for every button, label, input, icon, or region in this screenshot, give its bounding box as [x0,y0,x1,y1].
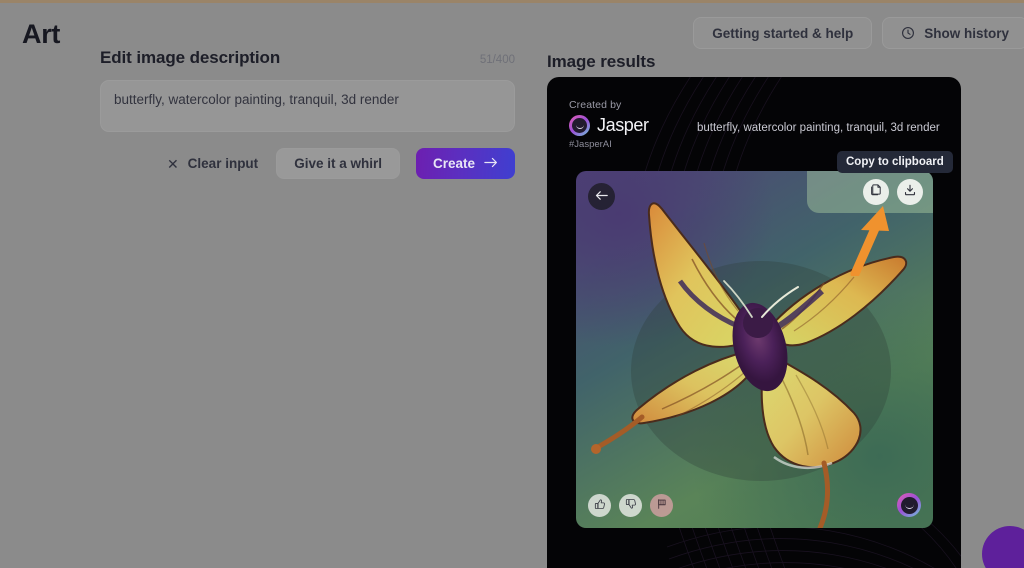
thumbs-down-icon [625,497,637,515]
edit-panel-actions: ✕ Clear input Give it a whirl Create [100,148,515,179]
creator-block: Created by Jasper #JasperAI [569,99,691,150]
edit-image-description-panel: Edit image description 51/400 butterfly,… [100,48,515,179]
clear-input-label: Clear input [187,156,259,171]
clear-input-button[interactable]: ✕ Clear input [165,152,260,175]
thumbs-down-button[interactable] [619,494,642,517]
created-by-label: Created by [569,99,622,111]
screen-root: Art Getting started & help Show history … [0,0,1024,568]
arrow-left-icon [595,188,608,206]
create-button-label: Create [432,156,475,171]
show-history-button[interactable]: Show history [882,17,1024,49]
jasper-face-icon [572,118,587,133]
thumbs-up-button[interactable] [588,494,611,517]
copy-button[interactable] [863,179,889,205]
header-actions: Getting started & help Show history [693,17,1024,49]
download-icon [903,183,917,202]
feedback-buttons [588,494,673,517]
brand-hashtag: #JasperAI [569,139,612,150]
result-prompt-text: butterfly, watercolor painting, tranquil… [697,122,940,134]
brand-name: Jasper [597,115,649,135]
edit-panel-header: Edit image description 51/400 [100,48,515,68]
page-title: Art [22,19,61,49]
thumbs-up-icon [594,497,606,515]
clock-icon [901,26,915,40]
getting-started-help-label: Getting started & help [712,25,854,41]
show-history-label: Show history [924,25,1009,41]
copy-tooltip: Copy to clipboard [837,151,953,173]
jasper-face-icon [900,496,918,514]
jasper-avatar[interactable] [897,493,921,517]
close-x-icon: ✕ [166,155,179,172]
jasper-logo-icon [569,115,590,136]
character-counter: 51/400 [479,54,515,66]
butterfly-artwork [591,202,908,528]
flag-button[interactable] [650,494,673,517]
flag-icon [656,497,668,515]
brand-row: Jasper [569,115,691,136]
image-action-buttons [863,179,923,205]
image-results-title: Image results [547,52,656,71]
generated-image-card[interactable] [576,171,933,528]
give-it-a-whirl-button[interactable]: Give it a whirl [276,148,400,179]
create-button[interactable]: Create [415,148,515,179]
getting-started-help-button[interactable]: Getting started & help [693,17,873,49]
panel-metadata: Created by Jasper #JasperAI butterfly, w… [569,99,943,150]
edit-panel-title: Edit image description [100,48,281,67]
prompt-input[interactable]: butterfly, watercolor painting, tranquil… [100,80,515,132]
arrow-right-icon [484,156,498,171]
back-button[interactable] [588,183,615,210]
download-button[interactable] [897,179,923,205]
copy-icon [869,183,883,202]
